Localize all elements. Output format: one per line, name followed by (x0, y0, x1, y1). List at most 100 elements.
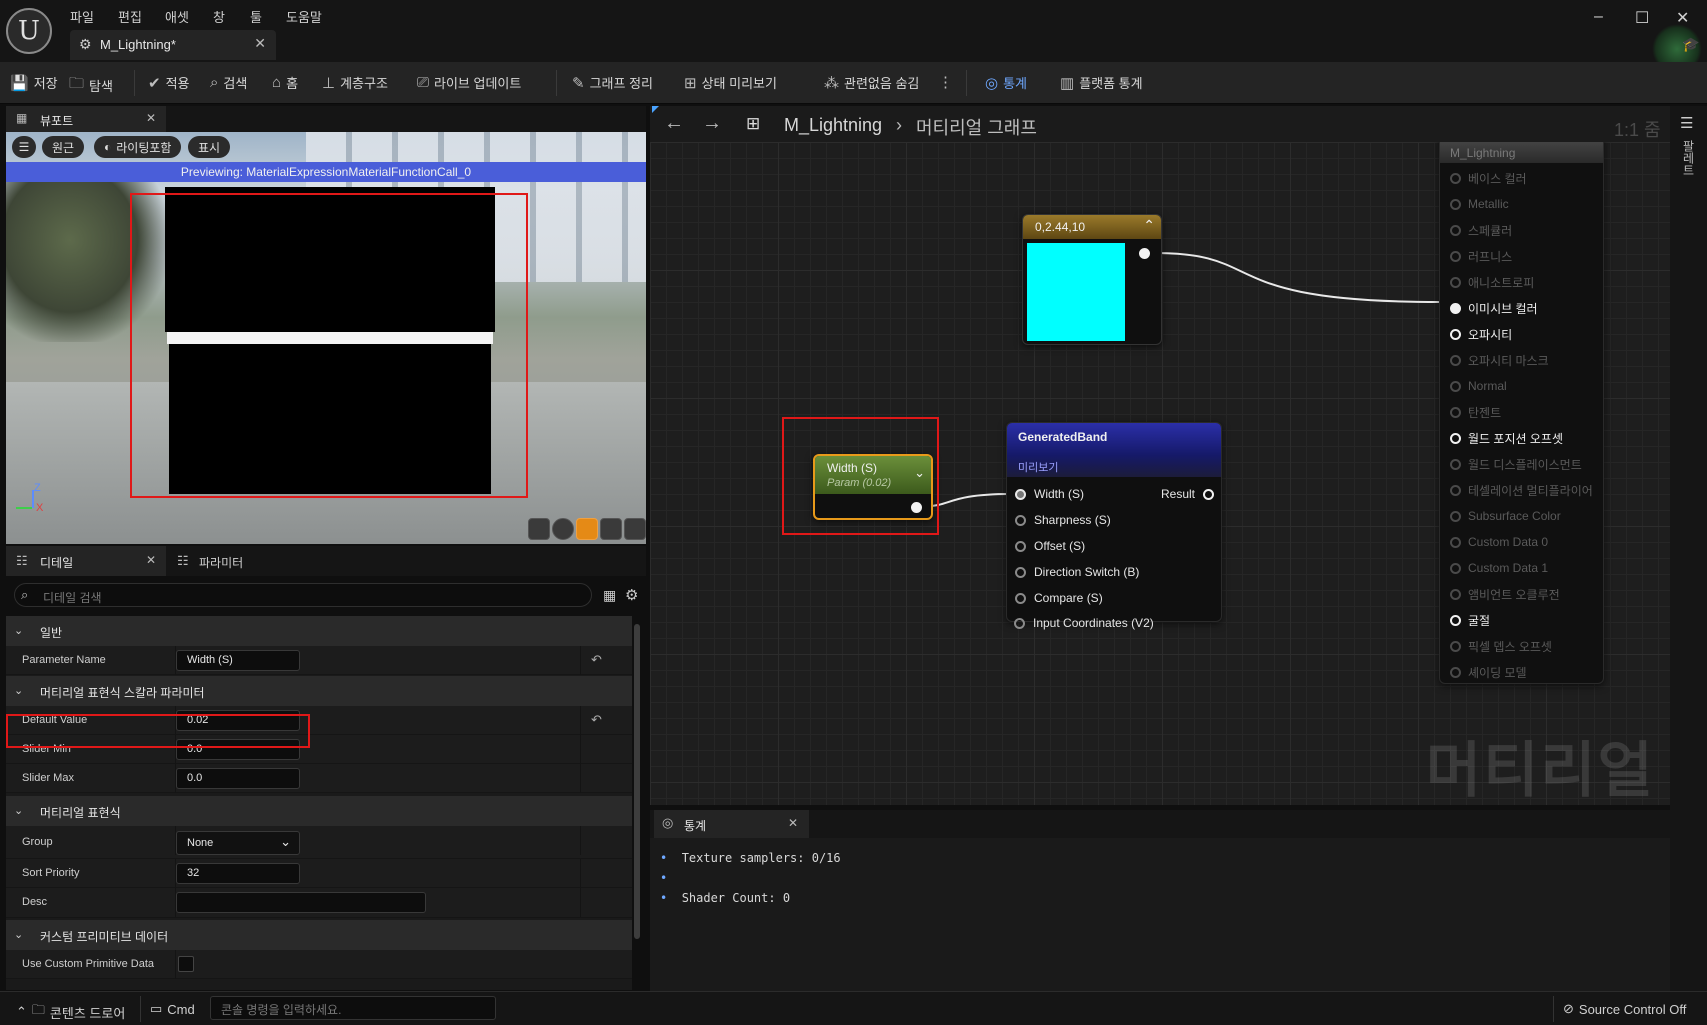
material-pin-row[interactable]: 셰이딩 모델 (1450, 663, 1527, 681)
input-pin[interactable] (1015, 592, 1026, 604)
close-tab-icon[interactable]: ✕ (146, 111, 156, 125)
preview-cube-button[interactable] (600, 518, 622, 540)
content-drawer-button[interactable]: ⌃ 🗀 콘텐츠 드로어 (16, 1001, 125, 1023)
material-pin-row[interactable]: 스페큘러 (1450, 221, 1512, 239)
reset-to-default-icon[interactable]: ↶ (591, 712, 602, 728)
material-pin-row[interactable]: 탄젠트 (1450, 403, 1501, 421)
color-constant-node[interactable]: 0,2.44,10 ⌃ (1022, 214, 1162, 345)
material-pin-row[interactable]: 월드 포지션 오프셋 (1450, 429, 1563, 447)
category-material-expression[interactable]: ⌄ 머티리얼 표현식 (6, 796, 632, 826)
input-pin[interactable] (1015, 514, 1026, 526)
lit-mode-button[interactable]: ◐ 라이팅포함 (94, 136, 182, 158)
material-pin-row[interactable]: 이미시브 컬러 (1450, 299, 1538, 317)
close-tab-icon[interactable]: ✕ (146, 553, 156, 567)
material-pin-row[interactable]: Normal (1450, 377, 1507, 395)
color-output-pin[interactable] (1139, 248, 1150, 259)
material-input-pin[interactable] (1450, 198, 1461, 210)
material-pin-row[interactable]: 굴절 (1450, 611, 1490, 629)
breadcrumb-asset[interactable]: M_Lightning (784, 115, 882, 136)
show-button[interactable]: 표시 (188, 136, 231, 158)
band-input-direction-switch[interactable]: Direction Switch (B) (1015, 565, 1139, 579)
menu-edit[interactable]: 편집 (118, 7, 142, 26)
material-pin-row[interactable]: 애니소트로피 (1450, 273, 1534, 291)
material-pin-row[interactable]: 월드 디스플레이스먼트 (1450, 455, 1582, 473)
material-input-pin[interactable] (1450, 666, 1461, 678)
output-pin[interactable] (1203, 488, 1215, 500)
graduation-cap-icon[interactable]: 🎓 (1682, 36, 1699, 53)
close-tab-icon[interactable]: ✕ (254, 35, 266, 52)
category-custom-primitive-data[interactable]: ⌄ 커스텀 프리미티브 데이터 (6, 920, 632, 950)
material-graph-canvas[interactable]: 0,2.44,10 ⌃ Width (S) Param (0.02) ⌄ Gen… (650, 142, 1670, 805)
home-button[interactable]: ⌂ 홈 (272, 73, 298, 92)
palette-tab[interactable]: 팔레트 (1680, 140, 1697, 176)
input-pin[interactable] (1015, 566, 1026, 578)
hide-unrelated-button[interactable]: ⁂ 관련없음 숨김 (824, 73, 919, 92)
details-tab[interactable]: ☷ 디테일 ✕ (6, 546, 166, 576)
material-input-pin[interactable] (1450, 250, 1461, 262)
browse-button[interactable]: 🗀 탐색 (69, 73, 113, 98)
back-arrow-icon[interactable]: ← (664, 112, 684, 135)
band-input-sharpness[interactable]: Sharpness (S) (1015, 513, 1111, 527)
settings-gear-icon[interactable]: ⚙ (625, 586, 638, 604)
viewport-tab[interactable]: ▦ 뷰포트 ✕ (6, 106, 166, 132)
search-button[interactable]: ⌕ 검색 (210, 73, 247, 92)
material-input-pin[interactable] (1450, 354, 1461, 366)
material-input-pin[interactable] (1450, 224, 1461, 236)
use-custom-primitive-data-checkbox[interactable] (178, 956, 194, 972)
unreal-logo-icon[interactable]: U (6, 8, 52, 54)
preview-sphere-button[interactable] (552, 518, 574, 540)
material-input-pin[interactable] (1450, 302, 1461, 314)
menu-window[interactable]: 창 (213, 7, 225, 26)
material-input-pin[interactable] (1450, 172, 1461, 184)
material-pin-row[interactable]: 러프니스 (1450, 247, 1512, 265)
preview-custom-mesh-button[interactable] (624, 518, 646, 540)
cmd-button[interactable]: ▭ Cmd (150, 1001, 195, 1017)
details-scrollbar[interactable] (634, 624, 640, 939)
material-input-pin[interactable] (1450, 458, 1461, 470)
material-pin-row[interactable]: 오파시티 마스크 (1450, 351, 1549, 369)
material-result-node[interactable]: M_Lightning 베이스 컬러 Metallic 스페큘러 러프니스 애니소트로피… (1439, 142, 1604, 684)
group-dropdown[interactable]: None ⌄ (176, 831, 300, 855)
perspective-button[interactable]: 원근 (42, 136, 85, 158)
desc-field[interactable] (176, 892, 426, 913)
material-pin-row[interactable]: Custom Data 0 (1450, 533, 1548, 551)
menu-tools[interactable]: 툴 (250, 7, 262, 26)
details-search-input[interactable]: ⌕ 디테일 검색 (14, 583, 592, 607)
live-update-button[interactable]: ⎚ 라이브 업데이트 (417, 73, 521, 92)
material-input-pin[interactable] (1450, 536, 1461, 548)
slider-max-field[interactable]: 0.0 (176, 768, 300, 789)
menu-help[interactable]: 도움말 (286, 7, 322, 26)
document-tab[interactable]: ⚙ M_Lightning* ✕ (70, 30, 276, 60)
input-pin[interactable] (1015, 540, 1026, 552)
material-input-pin[interactable] (1450, 510, 1461, 522)
console-command-input[interactable]: 콘솔 명령을 입력하세요. (210, 996, 496, 1020)
preview-viewport[interactable]: ☰ 원근 ◐ 라이팅포함 표시 Previewing: MaterialExpre… (6, 132, 646, 544)
material-pin-row[interactable]: 픽셀 뎁스 오프셋 (1450, 637, 1552, 655)
category-scalar-parameter[interactable]: ⌄ 머티리얼 표현식 스칼라 파라미터 (6, 676, 632, 706)
menu-file[interactable]: 파일 (70, 7, 94, 26)
sort-priority-field[interactable]: 32 (176, 863, 300, 884)
material-pin-row[interactable]: 앰비언트 오클루전 (1450, 585, 1560, 603)
maximize-button[interactable]: ☐ (1635, 8, 1649, 28)
generated-band-function-node[interactable]: GeneratedBand 미리보기 Width (S) Result Shar… (1006, 422, 1222, 622)
material-input-pin[interactable] (1450, 432, 1461, 444)
material-pin-row[interactable]: Subsurface Color (1450, 507, 1561, 525)
input-pin[interactable] (1014, 617, 1025, 629)
clean-graph-button[interactable]: ✎ 그래프 정리 (572, 73, 653, 92)
hierarchy-button[interactable]: ⊥ 계층구조 (322, 73, 388, 92)
material-input-pin[interactable] (1450, 588, 1461, 600)
band-input-offset[interactable]: Offset (S) (1015, 539, 1085, 553)
band-output-result[interactable]: Result (1161, 487, 1215, 501)
category-general[interactable]: ⌄ 일반 (6, 616, 632, 646)
material-pin-row[interactable]: Metallic (1450, 195, 1509, 213)
material-input-pin[interactable] (1450, 484, 1461, 496)
breadcrumb-graph[interactable]: 머티리얼 그래프 (916, 114, 1037, 140)
close-tab-icon[interactable]: ✕ (788, 816, 798, 830)
preview-plane-button[interactable] (576, 518, 598, 540)
collapse-chevron-icon[interactable]: ⌃ (1143, 217, 1155, 234)
apply-button[interactable]: ✔ 적용 (148, 73, 190, 92)
material-input-pin[interactable] (1450, 406, 1461, 418)
toolbar-more-button[interactable]: ⋮ (938, 73, 953, 91)
stats-toggle-button[interactable]: ◎ 통계 (985, 73, 1027, 92)
material-input-pin[interactable] (1450, 328, 1461, 340)
